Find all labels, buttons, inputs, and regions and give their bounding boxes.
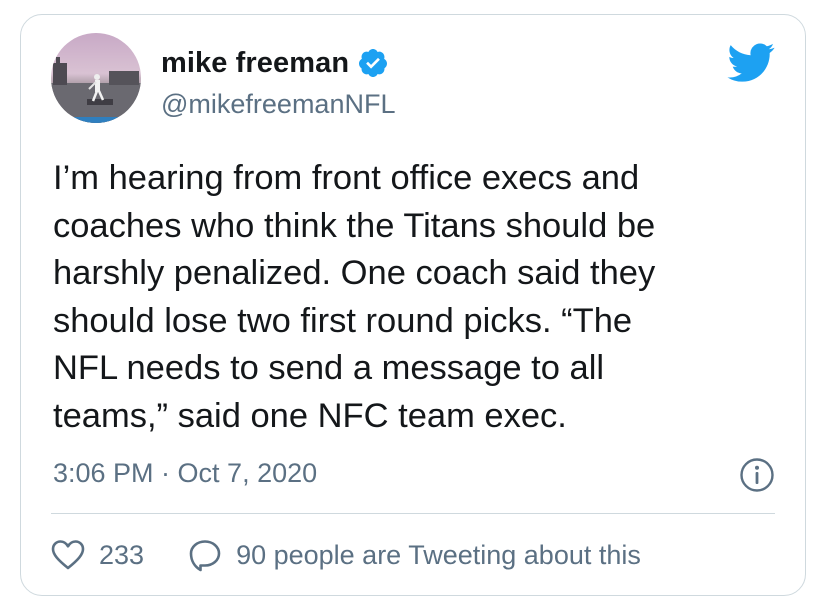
tweet-text-line: should lose two first round picks. “The <box>53 301 633 340</box>
display-name[interactable]: mike freeman <box>161 47 349 80</box>
avatar[interactable] <box>51 33 141 123</box>
reply-summary: 90 people are Tweeting about this <box>236 539 641 570</box>
info-icon[interactable] <box>739 457 775 493</box>
tweet-actions: 233 90 people are Tweeting about this <box>51 535 641 575</box>
like-count: 233 <box>99 539 145 570</box>
tweet-text-line: I’m hearing from front office execs and <box>53 159 640 197</box>
author-name-row[interactable]: mike freeman <box>161 45 389 81</box>
tweet-text: I’m hearing from front office execs and … <box>53 155 783 440</box>
reply-button[interactable]: 90 people are Tweeting about this <box>188 538 641 572</box>
like-button[interactable]: 233 <box>51 539 144 571</box>
speech-bubble-icon <box>188 538 222 572</box>
verified-badge-icon <box>357 47 389 79</box>
twitter-bird-icon[interactable] <box>727 43 775 83</box>
profile-photo <box>51 33 141 123</box>
tweet-text-line: teams,” said one NFC team exec. <box>53 396 567 435</box>
tweet-text-line: harshly penalized. One coach said they <box>53 254 656 292</box>
divider <box>51 513 775 514</box>
tweet-card[interactable]: mike freeman @mikefreemanNFL I’m hearing… <box>20 14 806 596</box>
tweet-timestamp[interactable]: 3:06 PM · Oct 7, 2020 <box>53 458 317 489</box>
author-handle[interactable]: @mikefreemanNFL <box>161 89 395 120</box>
tweet-text-line: coaches who think the Titans should be <box>53 206 656 245</box>
tweet-text-line: NFL needs to send a message to all <box>53 349 605 387</box>
heart-icon <box>51 539 85 571</box>
